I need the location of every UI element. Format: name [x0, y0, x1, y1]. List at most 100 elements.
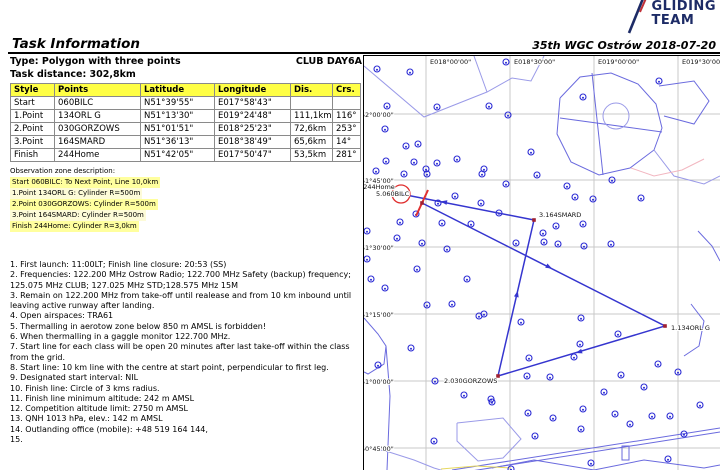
waypoint-dot-center — [582, 224, 584, 226]
map-label: 2.030GORZOWS — [444, 377, 497, 385]
event-title: 35th WGC Ostrów 2018-07-20 — [532, 39, 716, 52]
table-cell: 060BILC — [55, 97, 141, 110]
waypoint-dot-center — [451, 304, 453, 306]
waypoint-dot-center — [437, 203, 439, 205]
waypoint-dot-center — [566, 186, 568, 188]
note-line: 1. First launch: 11:00LT; Finish line cl… — [10, 260, 363, 270]
waypoint-dot-center — [434, 381, 436, 383]
map-canvas: 4.244Home5.060BILC3.164SMARD1.134ORL G2.… — [364, 56, 720, 470]
column-header: Latitude — [141, 84, 215, 97]
table-cell: E017°58'43" — [215, 97, 291, 110]
airspace-boundary — [457, 418, 521, 461]
table-row: 2.Point030GORZOWSN51°01'51"E018°25'23"72… — [11, 123, 361, 136]
note-line: 4. Open airspaces: TRA61 — [10, 311, 363, 321]
waypoint-dot-center — [376, 69, 378, 71]
waypoint-dot-center — [610, 244, 612, 246]
map-label: N52°00'00" — [364, 111, 394, 119]
table-row: Finish244HomeN51°42'05"E017°50'47"53,5km… — [11, 149, 361, 162]
task-type: Type: Polygon with three points — [10, 56, 181, 67]
waypoint-dot-center — [611, 180, 613, 182]
note-line: 7. Start line for each class will be ope… — [10, 342, 363, 363]
waypoint-dot-center — [543, 242, 545, 244]
airspace-boundary — [659, 81, 709, 124]
table-cell: Start — [11, 97, 55, 110]
task-point-marker — [663, 324, 667, 328]
waypoint-dot-center — [433, 441, 435, 443]
table-cell: 72,6km — [291, 123, 333, 136]
table-row: 1.Point134ORL GN51°13'30"E019°24'48"111,… — [11, 110, 361, 123]
waypoint-dot-center — [488, 106, 490, 108]
task-map: 4.244Home5.060BILC3.164SMARD1.134ORL G2.… — [363, 55, 720, 470]
obs-zone-line: Start 060BILC: To Next Point, Line 10,0k… — [10, 177, 160, 188]
note-line: 13. QNH 1013 hPa, elev.: 142 m AMSL — [10, 414, 363, 424]
waypoint-dot-center — [643, 387, 645, 389]
page-title: Task Information — [12, 36, 140, 52]
waypoint-dot-center — [515, 243, 517, 245]
task-point-marker — [532, 218, 536, 222]
waypoint-dot-center — [574, 197, 576, 199]
note-line: 5. Thermalling in aerotow zone below 850… — [10, 322, 363, 332]
waypoint-dot-center — [658, 81, 660, 83]
waypoint-dot-center — [583, 246, 585, 248]
task-distance: Task distance: 302,8km — [10, 69, 362, 80]
table-row: Start060BILCN51°39'55"E017°58'43" — [11, 97, 361, 110]
task-information-sheet: GLIDING TEAM Task Information 35th WGC O… — [0, 0, 720, 470]
airspace-boundary — [452, 428, 720, 470]
waypoint-dot-center — [377, 365, 379, 367]
waypoint-dot-center — [603, 392, 605, 394]
note-line: 2. Frequencies: 122.200 MHz Ostrow Radio… — [10, 270, 363, 291]
waypoint-dot-center — [555, 226, 557, 228]
map-label: E019°00'00" — [598, 58, 639, 66]
map-label: N50°45'00" — [364, 445, 394, 453]
waypoint-dot-center — [534, 436, 536, 438]
note-line: 12. Competition altitude limit: 2750 m A… — [10, 404, 363, 414]
column-header: Longitude — [215, 84, 291, 97]
waypoint-dot-center — [651, 416, 653, 418]
waypoint-dot-center — [385, 161, 387, 163]
table-cell: Finish — [11, 149, 55, 162]
table-cell: 14° — [333, 136, 361, 149]
waypoint-dot-center — [620, 375, 622, 377]
waypoint-dot-center — [416, 269, 418, 271]
waypoint-dot-center — [580, 318, 582, 320]
waypoint-dot-center — [436, 107, 438, 109]
waypoint-dot-center — [669, 416, 671, 418]
waypoint-dot-center — [557, 244, 559, 246]
waypoint-dot-center — [366, 259, 368, 261]
column-header: Dis. — [291, 84, 333, 97]
table-cell: 164SMARD — [55, 136, 141, 149]
table-cell: E018°25'23" — [215, 123, 291, 136]
waypoint-dot-center — [527, 413, 529, 415]
map-label: 3.164SMARD — [539, 211, 581, 219]
map-label: E018°00'00" — [430, 58, 471, 66]
waypoint-dot-center — [384, 288, 386, 290]
table-cell — [333, 97, 361, 110]
obs-zone-line: 1.Point 134ORL G: Cylinder R=500m — [10, 188, 142, 199]
waypoint-dot-center — [528, 358, 530, 360]
waypoint-dot-center — [552, 418, 554, 420]
map-label: 1.134ORL G — [671, 324, 710, 332]
table-row: 3.Point164SMARDN51°36'13"E018°38'49"65,6… — [11, 136, 361, 149]
map-label: N51°15'00" — [364, 311, 394, 319]
table-cell: 1.Point — [11, 110, 55, 123]
waypoint-dot-center — [456, 159, 458, 161]
waypoint-dot-center — [417, 144, 419, 146]
waypoint-dot-center — [384, 129, 386, 131]
table-cell: 2.Point — [11, 123, 55, 136]
waypoint-dot-center — [409, 72, 411, 74]
table-cell: 244Home — [55, 149, 141, 162]
obs-zone-title: Observation zone description: — [10, 166, 362, 177]
observation-zone-description: Observation zone description:Start 060BI… — [10, 166, 362, 232]
note-line: 10. Finish line: Circle of 3 kms radius. — [10, 384, 363, 394]
waypoint-dot-center — [526, 376, 528, 378]
waypoint-dot-center — [436, 163, 438, 165]
waypoint-dot-center — [592, 199, 594, 201]
task-points-table: StylePointsLatitudeLongitudeDis.Crs.Star… — [10, 83, 361, 162]
map-label: 5.060BILC — [376, 190, 410, 198]
waypoint-dot-center — [699, 405, 701, 407]
waypoint-dot-center — [491, 402, 493, 404]
task-point-marker — [420, 201, 424, 205]
obs-zone-line: 2.Point 030GORZOWS: Cylinder R=500m — [10, 199, 158, 210]
airspace-boundary — [492, 460, 720, 470]
note-line: 8. Start line: 10 km line with the centr… — [10, 363, 363, 373]
